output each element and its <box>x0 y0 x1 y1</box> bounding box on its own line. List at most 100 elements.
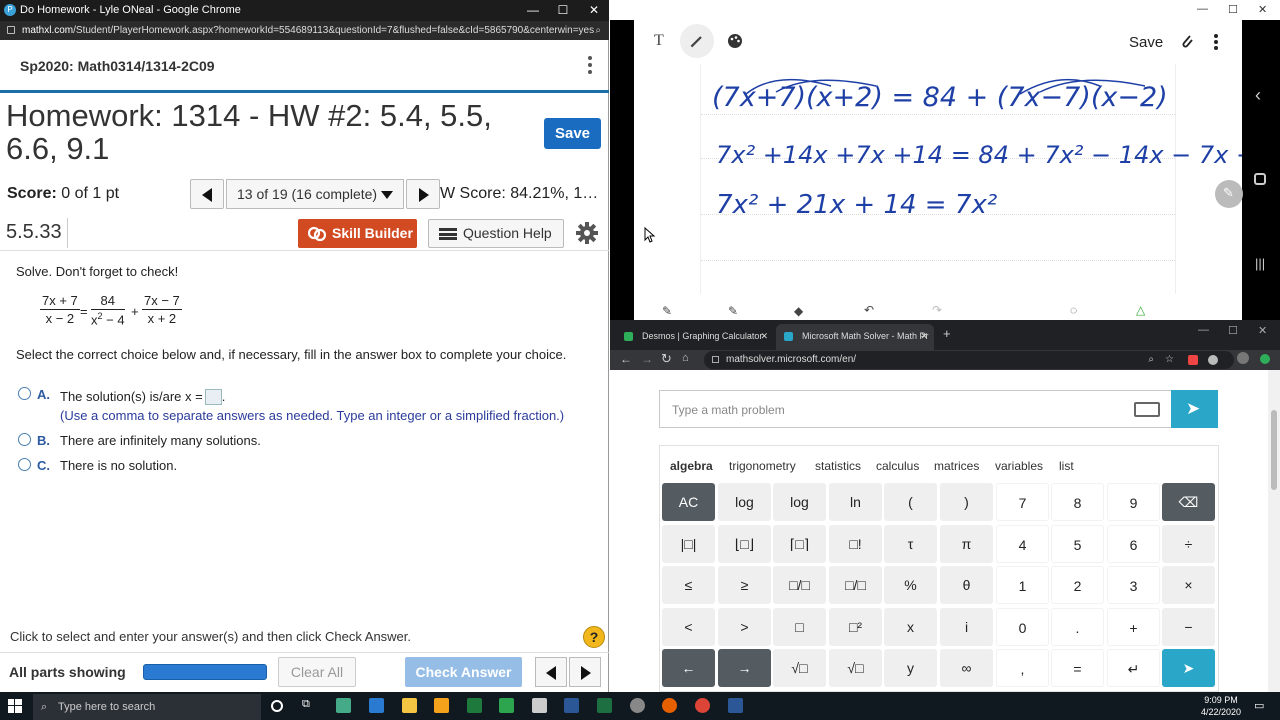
zoom-icon[interactable]: ⌕ <box>595 21 601 40</box>
maximize-icon[interactable]: ☐ <box>1228 324 1238 337</box>
key-r5-c7[interactable]: , <box>996 649 1049 687</box>
whiteboard-menu-icon[interactable] <box>1214 34 1220 50</box>
key-r1-c1[interactable]: AC <box>662 483 715 521</box>
scrollbar[interactable] <box>1268 370 1280 692</box>
key-r1-c8[interactable]: 8 <box>1051 483 1104 521</box>
extension-icon[interactable] <box>1188 355 1198 365</box>
key-r2-c2[interactable]: ⌊□⌋ <box>718 525 771 563</box>
sheets-icon[interactable] <box>467 698 482 713</box>
category-tab-variables[interactable]: variables <box>995 459 1043 473</box>
close-icon[interactable]: ✕ <box>579 0 609 21</box>
maximize-icon[interactable]: ☐ <box>1228 3 1238 16</box>
skill-builder-button[interactable]: Skill Builder <box>298 219 417 248</box>
app-icon[interactable] <box>434 698 449 713</box>
radio-option-b[interactable] <box>18 433 31 446</box>
key-r5-c4[interactable]: √□ <box>829 649 882 687</box>
key-r3-c9[interactable]: 3 <box>1107 566 1160 604</box>
tab-desmos[interactable]: Desmos | Graphing Calculator ✕ <box>616 324 774 350</box>
key-r3-c6[interactable]: θ <box>940 566 993 604</box>
category-tab-statistics[interactable]: statistics <box>815 459 861 473</box>
new-tab-icon[interactable]: + <box>943 326 951 341</box>
eraser-icon[interactable]: ◆ <box>794 304 803 318</box>
key-r3-c5[interactable]: % <box>884 566 937 604</box>
bottom-previous-button[interactable] <box>535 657 567 687</box>
tab-math-solver[interactable]: Microsoft Math Solver - Math Pr ✕ <box>776 324 934 350</box>
app-icon[interactable] <box>499 698 514 713</box>
bars-icon[interactable]: ||| <box>1255 256 1265 271</box>
key-r3-c3[interactable]: □/□ <box>773 566 826 604</box>
excel-icon[interactable] <box>597 698 612 713</box>
gear-icon[interactable] <box>576 222 598 244</box>
forward-icon[interactable]: → <box>641 352 653 366</box>
calculator-icon[interactable] <box>532 698 547 713</box>
key-r4-c7[interactable]: 0 <box>996 608 1049 646</box>
key-r4-c3[interactable]: □ <box>773 608 826 646</box>
key-r4-c10[interactable]: − <box>1162 608 1215 646</box>
pen-tool-button[interactable] <box>680 24 714 58</box>
key-r1-c9[interactable]: 9 <box>1107 483 1160 521</box>
key-r4-c9[interactable]: + <box>1107 608 1160 646</box>
key-r2-c1[interactable]: |□| <box>662 525 715 563</box>
key-r3-c4[interactable]: □/□ <box>829 566 882 604</box>
close-icon[interactable]: ✕ <box>1258 3 1267 16</box>
app-icon[interactable] <box>728 698 743 713</box>
key-r4-c8[interactable]: . <box>1051 608 1104 646</box>
key-r2-c9[interactable]: 6 <box>1107 525 1160 563</box>
star-icon[interactable]: ☆ <box>1165 351 1174 369</box>
key-r3-c7[interactable]: 1 <box>996 566 1049 604</box>
redo-icon[interactable]: ↷ <box>932 303 942 317</box>
question-help-button[interactable]: Question Help <box>428 219 564 248</box>
category-tab-calculus[interactable]: calculus <box>876 459 919 473</box>
key-r4-c4[interactable]: □² <box>829 608 882 646</box>
key-r3-c2[interactable]: ≥ <box>718 566 771 604</box>
key-r1-c5[interactable]: ( <box>884 483 937 521</box>
palette-icon[interactable] <box>727 33 743 49</box>
chevron-left-icon[interactable]: ‹ <box>1255 85 1261 106</box>
key-r2-c10[interactable]: ÷ <box>1162 525 1215 563</box>
pen-icon[interactable]: ✎ <box>662 304 672 318</box>
previous-question-button[interactable] <box>190 179 224 209</box>
key-r5-c9[interactable]: ↵ <box>1107 649 1160 687</box>
save-button[interactable]: Save <box>544 118 601 149</box>
key-r4-c1[interactable]: < <box>662 608 715 646</box>
key-r5-c2[interactable]: → <box>718 649 771 687</box>
app-icon[interactable] <box>336 698 351 713</box>
key-r2-c4[interactable]: □! <box>829 525 882 563</box>
key-r2-c7[interactable]: 4 <box>996 525 1049 563</box>
help-icon[interactable]: ? <box>583 626 605 648</box>
text-tool-icon[interactable]: T <box>654 32 664 50</box>
next-question-button[interactable] <box>406 179 440 209</box>
keyboard-icon[interactable] <box>1134 402 1160 417</box>
extension-icon[interactable] <box>1208 355 1218 365</box>
category-tab-list[interactable]: list <box>1059 459 1074 473</box>
clear-all-button[interactable]: Clear All <box>278 657 356 687</box>
ruler-icon[interactable]: △ <box>1136 303 1145 317</box>
key-r3-c10[interactable]: × <box>1162 566 1215 604</box>
more-menu-icon[interactable] <box>584 54 596 78</box>
back-icon[interactable]: ← <box>620 352 632 366</box>
firefox-icon[interactable] <box>662 698 677 713</box>
key-r1-c3[interactable]: log <box>773 483 826 521</box>
whiteboard-save-button[interactable]: Save <box>1129 34 1163 51</box>
task-view-icon[interactable]: ⧉ <box>302 698 317 713</box>
key-r2-c3[interactable]: ⌈□⌉ <box>773 525 826 563</box>
key-r2-c6[interactable]: π <box>940 525 993 563</box>
key-r1-c4[interactable]: ln <box>829 483 882 521</box>
key-r5-c10[interactable]: ➤ <box>1162 649 1215 687</box>
minimize-icon[interactable]: — <box>1198 324 1209 336</box>
key-r2-c5[interactable]: τ <box>884 525 937 563</box>
math-problem-input[interactable]: Type a math problem <box>659 390 1171 428</box>
app-icon[interactable] <box>630 698 645 713</box>
key-r1-c6[interactable]: ) <box>940 483 993 521</box>
solve-button[interactable]: ➤ <box>1171 390 1218 428</box>
key-r5-c5[interactable]: y <box>884 649 937 687</box>
key-r4-c5[interactable]: x <box>884 608 937 646</box>
highlighter-icon[interactable]: ✎ <box>728 304 738 318</box>
category-tab-matrices[interactable]: matrices <box>934 459 979 473</box>
key-r5-c3[interactable]: √□ <box>773 649 826 687</box>
close-icon[interactable]: ✕ <box>1258 324 1267 337</box>
maximize-icon[interactable]: ☐ <box>548 0 578 21</box>
radio-option-a[interactable] <box>18 387 31 400</box>
status-icon[interactable] <box>1260 354 1270 364</box>
undo-icon[interactable]: ↶ <box>864 303 874 317</box>
